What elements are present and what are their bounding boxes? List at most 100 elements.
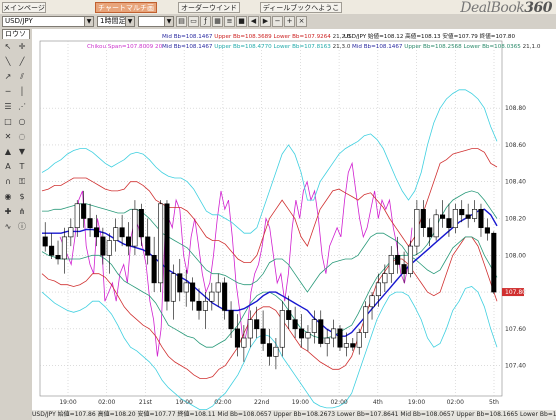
tab-chart-multi[interactable]: チャートマルチ画面	[95, 2, 157, 23]
print-icon[interactable]: ▤	[176, 16, 187, 27]
legend-entry: Upper Bb=108.3689	[212, 34, 272, 40]
fib-fan-icon[interactable]: ⋰	[16, 101, 28, 113]
y-tick-label: 108.80	[505, 105, 526, 112]
x-tick-label: 02:00	[330, 399, 347, 406]
y-tick-label: 108.60	[505, 142, 526, 149]
info-icon[interactable]: ⓘ	[16, 221, 28, 233]
candle-body	[247, 319, 253, 339]
label-icon[interactable]: T	[16, 161, 28, 173]
candle-body	[343, 343, 349, 348]
lock-icon[interactable]: ⚿	[16, 176, 28, 188]
zoom-in-icon[interactable]: +	[284, 16, 295, 27]
candle-body	[427, 227, 433, 238]
legend-entry: Lower Bb=107.9264	[272, 34, 332, 40]
grid-icon[interactable]: ▦	[212, 16, 223, 27]
candle-body	[183, 282, 189, 293]
candle	[407, 240, 414, 278]
candle-body	[170, 273, 176, 302]
candle-body	[433, 214, 439, 238]
candle-body	[465, 214, 471, 219]
chart-settings-icon[interactable]: ≡	[224, 16, 235, 27]
channel-icon[interactable]: ⫽	[16, 71, 28, 83]
candle-body	[472, 209, 478, 219]
candlestick-chart[interactable]: 108.80 108.60 108.40 108.20 108.00 107.80 107.…	[32, 29, 556, 420]
x-tick-label: 4th	[373, 399, 383, 406]
close-icon[interactable]: ×	[296, 16, 307, 27]
text-icon[interactable]: A	[2, 161, 14, 173]
arrow-down-icon[interactable]: ▼	[16, 146, 28, 158]
delete-icon[interactable]: ✕	[2, 131, 14, 143]
candle-body	[42, 236, 48, 247]
symbol-select[interactable]: USD/JPY ▼	[2, 16, 94, 27]
save-icon[interactable]: ■	[236, 16, 247, 27]
candle-body	[119, 227, 125, 238]
rectangle-icon[interactable]: □	[2, 116, 14, 128]
candle-body	[452, 209, 458, 228]
legend-entry: Lower Bb=107.8163	[272, 44, 332, 50]
candle-body	[459, 209, 465, 216]
last-price-label: 107.80	[505, 289, 526, 296]
candle-body	[337, 328, 343, 348]
tab-order-window[interactable]: オーダーウインドー	[178, 2, 240, 23]
candle-body	[145, 236, 151, 256]
top-tab-bar: メインページ チャートマルチ画面 オーダーウインドー ディールブックへようこそ …	[0, 0, 556, 23]
magnet-icon[interactable]: ∩	[2, 176, 14, 188]
candle-body	[61, 236, 67, 260]
chart-toolbar: USD/JPY ▼ 1時間足 ▼ ▼ ▤ ▭ ƒ ▦ ≡ ■ ◀ ▶ − + ×	[0, 15, 556, 28]
candle-body	[100, 236, 106, 256]
y-tick-label: 107.60	[505, 326, 526, 333]
legend-entry: Lower Bb=108.0365	[462, 44, 522, 50]
eye-icon[interactable]: ◉	[2, 191, 14, 203]
pointer-icon[interactable]: ↖	[2, 41, 14, 53]
tab-dealbook-welcome[interactable]: ディールブックへようこそ	[260, 2, 342, 23]
legend-entry: Mid Bb=108.1467	[162, 44, 213, 50]
candle-body	[478, 209, 484, 228]
candle-body	[241, 337, 247, 348]
candle-body	[375, 282, 381, 297]
candle-body	[350, 343, 356, 348]
fibonacci-icon[interactable]: ☰	[2, 101, 14, 113]
zoom-out-icon[interactable]: −	[272, 16, 283, 27]
candle-body	[401, 264, 407, 274]
timeframe-select[interactable]: 1時間足 ▼	[97, 16, 135, 27]
extra-select[interactable]: ▼	[138, 16, 174, 27]
vertical-line-icon[interactable]: │	[16, 86, 28, 98]
dollar-icon[interactable]: $	[16, 191, 28, 203]
candle-body	[55, 254, 61, 260]
candle	[363, 301, 369, 339]
candle-body	[305, 332, 311, 339]
x-tick-label: 02:00	[447, 399, 464, 406]
candle-body	[87, 218, 93, 228]
pitchfork-icon[interactable]: ⋔	[16, 206, 28, 218]
candle-body	[363, 306, 369, 333]
drawing-tools-panel: ↖ ✛ ╲ ╱ ↗ ⫽ ─ │ ☰ ⋰ □ ○ ✕ ◌ ▲ ▼ A T ∩ ⚿ …	[0, 39, 32, 420]
candle-body	[356, 332, 362, 348]
crosshair-icon[interactable]: ✛	[16, 41, 28, 53]
legend-bb-3sigma: Mid Bb=108.1467 Upper Bb=108.4770 Lower …	[162, 44, 351, 50]
candle-body	[254, 319, 260, 330]
ellipse-icon[interactable]: ○	[16, 116, 28, 128]
candle-body	[382, 273, 388, 284]
legend-entry: 21,1.0	[521, 44, 541, 50]
ray-icon[interactable]: ↗	[2, 71, 14, 83]
candle-body	[324, 337, 330, 344]
trendline-icon[interactable]: ╲	[2, 56, 14, 68]
cycle-icon[interactable]: ◌	[16, 131, 28, 143]
scroll-right-icon[interactable]: ▶	[260, 16, 271, 27]
candle-body	[81, 203, 87, 219]
wave-icon[interactable]: ∿	[2, 221, 14, 233]
horizontal-line-icon[interactable]: ─	[2, 86, 14, 98]
line-icon[interactable]: ╱	[16, 56, 28, 68]
window-icon[interactable]: ▭	[188, 16, 199, 27]
gann-icon[interactable]: ✚	[2, 206, 14, 218]
candle-body	[292, 319, 298, 330]
tab-main-page[interactable]: メインページ	[2, 2, 46, 13]
candle-body	[228, 310, 234, 330]
candle-body	[106, 240, 112, 256]
candle-body	[215, 282, 221, 293]
arrow-up-icon[interactable]: ▲	[2, 146, 14, 158]
indicator-icon[interactable]: ƒ	[200, 16, 211, 27]
candle-body	[279, 310, 285, 348]
candle	[158, 200, 164, 293]
scroll-left-icon[interactable]: ◀	[248, 16, 259, 27]
